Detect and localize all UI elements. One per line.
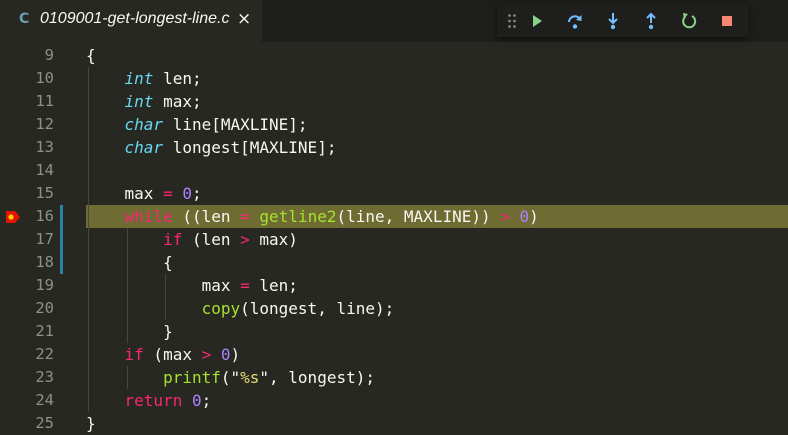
debug-toolbar: [497, 4, 749, 37]
line-number: 18: [35, 253, 54, 271]
code-line[interactable]: 14: [0, 159, 788, 182]
line-number: 10: [35, 69, 54, 87]
code-line[interactable]: 23 printf("%s", longest);: [0, 366, 788, 389]
code-line[interactable]: 18 {: [0, 251, 788, 274]
git-modified-marker[interactable]: [60, 205, 63, 274]
code-line[interactable]: 11 int max;: [0, 90, 788, 113]
code-line[interactable]: 19 max = len;: [0, 274, 788, 297]
code-line[interactable]: 9{: [0, 44, 788, 67]
code-text: while ((len = getline2(line, MAXLINE)) >…: [124, 207, 539, 226]
code-line[interactable]: 24 return 0;: [0, 389, 788, 412]
restart-icon: [682, 12, 697, 28]
code-text: max = 0;: [86, 184, 202, 203]
indent-guide: [88, 67, 89, 412]
step-over-button[interactable]: [560, 4, 590, 37]
line-number: 17: [35, 230, 54, 248]
restart-button[interactable]: [674, 4, 704, 37]
line-number: 12: [35, 115, 54, 133]
code-line[interactable]: 25}: [0, 412, 788, 435]
close-icon[interactable]: ×: [237, 9, 251, 29]
code-text: max = len;: [86, 276, 298, 295]
line-number: 19: [35, 276, 54, 294]
code-text: int max;: [124, 92, 202, 111]
line-number: 11: [35, 92, 54, 110]
code-text: if (max > 0): [124, 345, 241, 364]
code-line[interactable]: 12 char line[MAXLINE];: [0, 113, 788, 136]
code-line[interactable]: 17 if (len > max): [0, 228, 788, 251]
indent-guide: [126, 228, 128, 343]
line-number: 20: [35, 299, 54, 317]
play-icon: [533, 14, 542, 27]
line-number: 23: [35, 368, 54, 386]
code-text: int len;: [124, 69, 202, 88]
line-number: 25: [35, 414, 54, 432]
indent-guide: [165, 274, 167, 320]
line-number: 16: [35, 207, 54, 225]
stop-button[interactable]: [712, 4, 742, 37]
code-line[interactable]: 16 while ((len = getline2(line, MAXLINE)…: [0, 205, 788, 228]
editor-tab[interactable]: C 0109001-get-longest-line.c ×: [0, 0, 262, 42]
grip-icon: [508, 13, 516, 28]
line-number: 13: [35, 138, 54, 156]
code-line[interactable]: 21 }: [0, 320, 788, 343]
step-out-icon: [646, 12, 656, 29]
line-number: 21: [35, 322, 54, 340]
step-into-button[interactable]: [598, 4, 628, 37]
line-number: 9: [44, 46, 54, 64]
code-line[interactable]: 15 max = 0;: [0, 182, 788, 205]
line-number: 15: [35, 184, 54, 202]
line-number: 24: [35, 391, 54, 409]
code-text: printf("%s", longest);: [163, 368, 375, 387]
code-text: char line[MAXLINE];: [124, 115, 308, 134]
code-text: }: [86, 414, 96, 433]
code-line[interactable]: 10 int len;: [0, 67, 788, 90]
stop-icon: [722, 15, 732, 26]
line-number: 22: [35, 345, 54, 363]
code-line[interactable]: 13 char longest[MAXLINE];: [0, 136, 788, 159]
code-text: {: [86, 46, 96, 65]
code-text: char longest[MAXLINE];: [124, 138, 337, 157]
code-text: if (len > max): [163, 230, 298, 249]
code-text: return 0;: [124, 391, 212, 410]
code-text: }: [86, 322, 173, 341]
code-line[interactable]: 22 if (max > 0): [0, 343, 788, 366]
c-file-icon: C: [19, 11, 30, 27]
step-into-icon: [608, 12, 618, 29]
code-text: copy(longest, line);: [201, 299, 395, 318]
code-text: {: [86, 253, 173, 272]
tab-title[interactable]: 0109001-get-longest-line.c: [40, 10, 229, 28]
line-number: 14: [35, 161, 54, 179]
step-out-button[interactable]: [636, 4, 666, 37]
code-editor[interactable]: 9{10 int len; 11 int max; 12 char line[MAX…: [0, 42, 788, 433]
continue-button[interactable]: [522, 4, 552, 37]
indent-guide: [126, 366, 128, 389]
code-line[interactable]: 20 copy(longest, line);: [0, 297, 788, 320]
step-over-icon: [568, 14, 582, 29]
